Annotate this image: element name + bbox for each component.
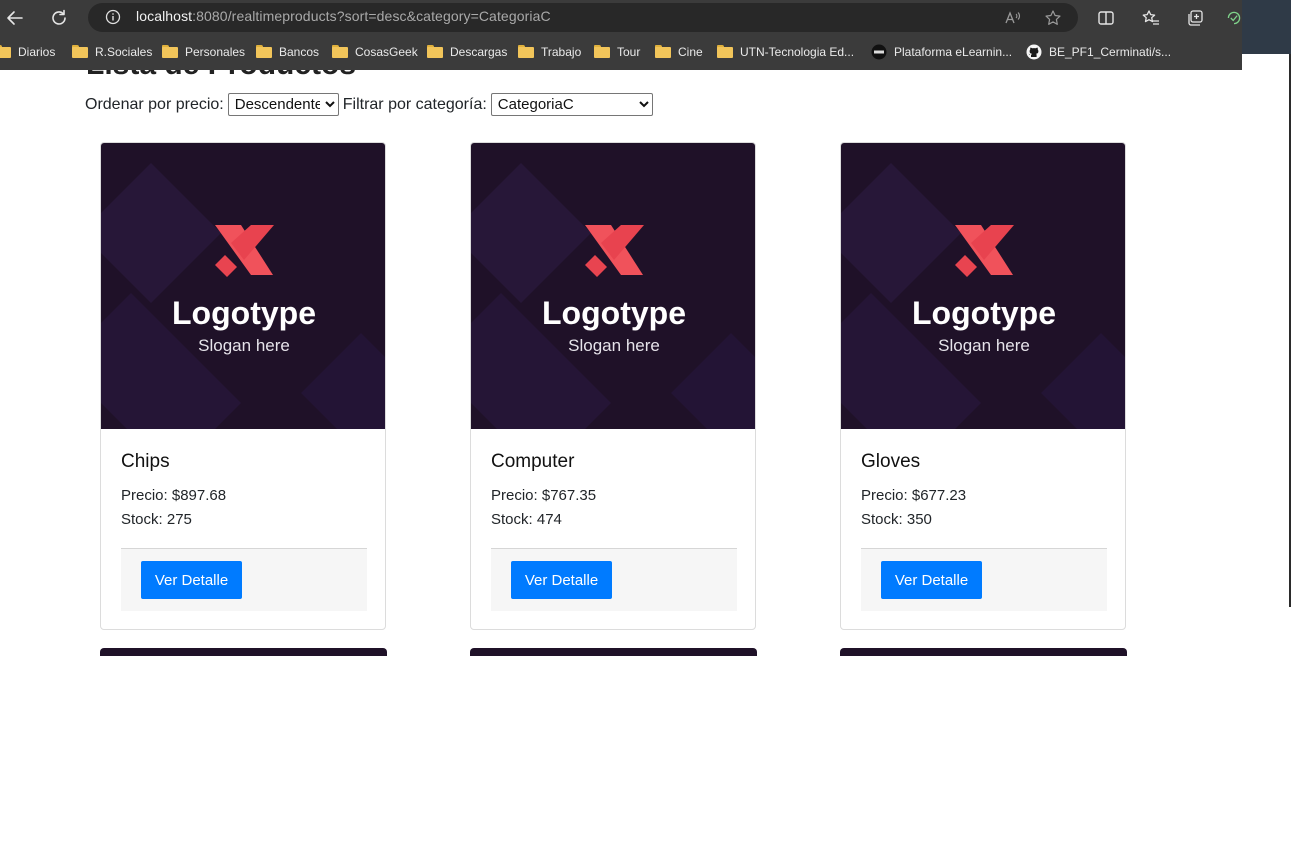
product-card-partial: [840, 648, 1127, 656]
bookmark-descargas[interactable]: Descargas: [427, 43, 507, 61]
bookmark-cine[interactable]: Cine: [655, 43, 703, 61]
bookmark-bancos[interactable]: Bancos: [256, 43, 319, 61]
url-host: localhost: [136, 8, 193, 24]
filter-bar: Ordenar por precio: Descendente Filtrar …: [85, 93, 653, 116]
url-path: :8080/realtimeproducts?sort=desc&categor…: [192, 8, 551, 24]
card-footer: Ver Detalle: [861, 548, 1107, 611]
folder-icon: [427, 45, 443, 61]
product-price: Precio: $767.35: [491, 487, 597, 504]
bookmark-label: Cine: [678, 45, 703, 59]
product-stock: Stock: 350: [861, 511, 932, 528]
logo-title: Logotype: [172, 295, 316, 331]
bookmark-label: Plataforma eLearnin...: [894, 45, 1013, 59]
browser-toolbar: localhost:8080/realtimeproducts?sort=des…: [0, 0, 1242, 36]
logo-title: Logotype: [912, 295, 1056, 331]
product-name: Gloves: [861, 451, 921, 472]
logo-title: Logotype: [542, 295, 686, 331]
folder-icon: [72, 45, 88, 61]
bookmark-github[interactable]: BE_PF1_Cerminati/s...: [1026, 43, 1171, 61]
window-edge: [1242, 0, 1291, 54]
page-content: Lista de Productos Ordenar por precio: D…: [0, 70, 1291, 856]
bookmark-label: Diarios: [18, 45, 56, 59]
logo-slogan: Slogan here: [568, 336, 660, 355]
coder-logo-icon: [871, 44, 887, 60]
bookmark-cosasgeek[interactable]: CosasGeek: [332, 43, 418, 61]
category-select[interactable]: CategoriaC: [490, 93, 653, 116]
card-footer: Ver Detalle: [121, 548, 367, 611]
folder-icon: [518, 45, 534, 61]
bookmark-diarios[interactable]: Diarios: [0, 43, 55, 61]
folder-icon: [0, 45, 11, 61]
product-card: Logotype Slogan here Gloves Precio: $677…: [840, 142, 1126, 630]
github-icon: [1026, 44, 1042, 60]
site-info-icon[interactable]: [105, 9, 121, 25]
bookmark-label: Bancos: [279, 45, 320, 59]
bookmarks-bar: Diarios R.Sociales Personales Bancos Cos…: [0, 38, 1242, 66]
product-price: Precio: $677.23: [861, 487, 967, 504]
ver-detalle-button[interactable]: Ver Detalle: [511, 561, 612, 599]
ver-detalle-button[interactable]: Ver Detalle: [141, 561, 242, 599]
folder-icon: [332, 45, 348, 61]
bookmark-personales[interactable]: Personales: [162, 43, 245, 61]
bookmark-label: CosasGeek: [355, 45, 418, 59]
product-stock: Stock: 474: [491, 511, 562, 528]
product-card-partial: [470, 648, 757, 656]
split-screen-icon[interactable]: [1094, 6, 1118, 30]
product-name: Chips: [121, 451, 170, 472]
folder-icon: [162, 45, 178, 61]
url-text[interactable]: localhost:8080/realtimeproducts?sort=des…: [136, 8, 551, 24]
bookmark-rsociales[interactable]: R.Sociales: [72, 43, 152, 61]
bookmark-plataforma[interactable]: Plataforma eLearnin...: [871, 43, 1012, 61]
page-title: Lista de Productos: [86, 70, 356, 82]
bookmark-tour[interactable]: Tour: [594, 43, 640, 61]
folder-icon: [717, 45, 733, 61]
bookmark-utn[interactable]: UTN-Tecnologia Ed...: [717, 43, 854, 61]
product-logo-image: Logotype Slogan here: [101, 143, 385, 429]
product-card-partial: [100, 648, 387, 656]
logo-slogan: Slogan here: [198, 336, 290, 355]
back-arrow-icon[interactable]: [3, 6, 27, 30]
address-bar[interactable]: localhost:8080/realtimeproducts?sort=des…: [88, 3, 1078, 32]
extension-icon[interactable]: [1226, 6, 1242, 30]
read-aloud-icon[interactable]: [1003, 8, 1023, 28]
browser-chrome: localhost:8080/realtimeproducts?sort=des…: [0, 0, 1242, 70]
product-card: Logotype Slogan here Chips Precio: $897.…: [100, 142, 386, 630]
bookmark-label: UTN-Tecnologia Ed...: [740, 45, 855, 59]
bookmark-label: Tour: [617, 45, 641, 59]
bookmark-label: Trabajo: [541, 45, 582, 59]
product-name: Computer: [491, 451, 575, 472]
product-logo-image: Logotype Slogan here: [841, 143, 1125, 429]
product-price: Precio: $897.68: [121, 487, 227, 504]
bookmark-label: Personales: [185, 45, 246, 59]
collections-icon[interactable]: [1183, 6, 1207, 30]
sort-select[interactable]: Descendente: [227, 93, 339, 116]
category-label: Filtrar por categoría:: [342, 95, 487, 113]
bookmark-label: R.Sociales: [95, 45, 153, 59]
folder-icon: [655, 45, 671, 61]
card-footer: Ver Detalle: [491, 548, 737, 611]
bookmark-label: Descargas: [450, 45, 508, 59]
bookmark-label: BE_PF1_Cerminati/s...: [1049, 45, 1172, 59]
bookmark-trabajo[interactable]: Trabajo: [518, 43, 581, 61]
folder-icon: [256, 45, 272, 61]
product-stock: Stock: 275: [121, 511, 192, 528]
ver-detalle-button[interactable]: Ver Detalle: [881, 561, 982, 599]
folder-icon: [594, 45, 610, 61]
refresh-icon[interactable]: [47, 6, 71, 30]
favorites-list-icon[interactable]: [1139, 6, 1163, 30]
logo-slogan: Slogan here: [938, 336, 1030, 355]
product-logo-image: Logotype Slogan here: [471, 143, 755, 429]
product-card: Logotype Slogan here Computer Precio: $7…: [470, 142, 756, 630]
sort-label: Ordenar por precio:: [85, 95, 224, 113]
favorite-star-icon[interactable]: [1043, 8, 1063, 28]
